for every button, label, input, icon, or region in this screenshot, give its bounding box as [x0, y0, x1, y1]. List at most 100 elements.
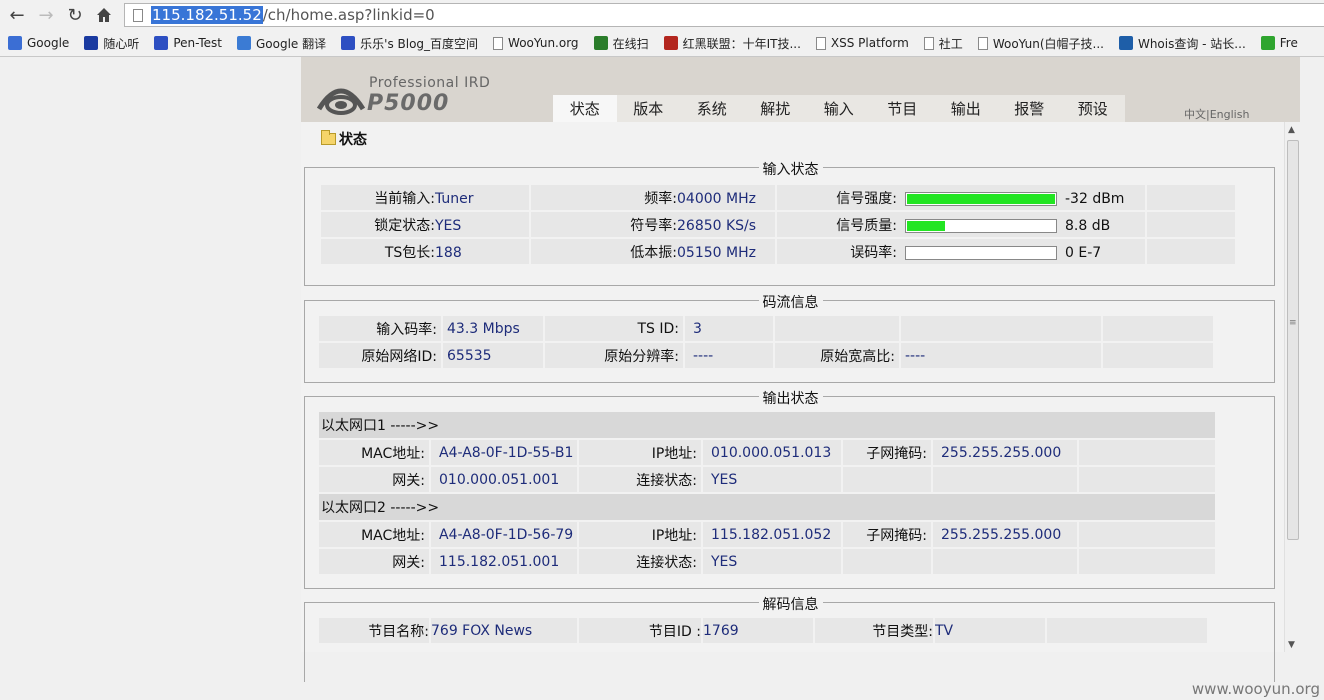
output-value: 010.000.051.013 — [703, 440, 841, 465]
level-bar-fill — [907, 193, 1055, 204]
status-value: -32 dBm — [1065, 190, 1125, 207]
bookmark-label: Fre — [1279, 36, 1298, 50]
decode-value: TV — [935, 618, 1045, 643]
bookmark-item[interactable]: WooYun(白帽子技... — [977, 35, 1104, 52]
scrollbar-thumb[interactable] — [1287, 140, 1299, 540]
empty-cell — [1079, 440, 1215, 465]
bookmark-item[interactable]: 红黑联盟：十年IT技... — [663, 35, 801, 52]
bookmark-item[interactable]: Google 翻译 — [237, 35, 326, 52]
language-switch[interactable]: 中文|English — [1184, 106, 1249, 122]
output-value: A4-A8-0F-1D-56-79 — [431, 522, 577, 547]
tab-7[interactable]: 报警 — [998, 95, 1062, 122]
bookmark-item[interactable]: 乐乐's Blog_百度空间 — [341, 35, 478, 52]
bookmark-item[interactable]: WooYun.org — [493, 36, 579, 50]
status-label: 频率: — [644, 190, 677, 207]
address-bar[interactable]: 115.182.51.52/ch/home.asp?linkid=0 — [124, 3, 1324, 27]
info-label: TS ID: — [545, 316, 683, 341]
status-label: 符号率: — [630, 217, 677, 234]
decode-label: 节目名称: — [319, 618, 429, 643]
grip-icon: ≡ — [1289, 318, 1297, 328]
output-value: A4-A8-0F-1D-55-B1 — [431, 440, 577, 465]
status-label: 锁定状态: — [374, 217, 435, 234]
bookmark-item[interactable]: Fre — [1260, 36, 1298, 50]
tab-6[interactable]: 输出 — [934, 95, 998, 122]
info-value: 65535 — [443, 343, 543, 368]
bookmark-item[interactable]: 在线扫 — [593, 35, 649, 52]
bookmark-item[interactable]: 随心听 — [84, 35, 139, 52]
page-icon — [133, 8, 143, 22]
bookmark-item[interactable]: XSS Platform — [815, 36, 909, 50]
logo-model: P5000 — [367, 91, 450, 116]
shield-icon — [663, 36, 678, 50]
vertical-scrollbar[interactable]: ▲ ≡ ▼ — [1284, 122, 1300, 652]
empty-cell — [843, 549, 931, 574]
bookmark-item[interactable]: Google — [8, 36, 69, 50]
status-cell: 低本振:05150 MHz — [531, 239, 775, 264]
bookmark-label: Google 翻译 — [256, 36, 327, 51]
main-tabs: 状态 版本 系统 解扰 输入 节目 输出 报警 预设 — [553, 95, 1125, 122]
scroll-up-icon[interactable]: ▲ — [1288, 125, 1295, 135]
bookmark-label: 在线扫 — [612, 36, 649, 51]
stream-info-title: 码流信息 — [758, 295, 823, 311]
folder-icon — [321, 130, 336, 145]
address-url[interactable]: 115.182.51.52/ch/home.asp?linkid=0 — [151, 6, 435, 24]
page-icon — [493, 36, 504, 50]
info-label: 原始网络ID: — [319, 343, 441, 368]
empty-cell — [1103, 316, 1213, 341]
status-label: 误码率: — [850, 244, 897, 261]
logo-subtitle: Professional IRD — [369, 75, 491, 91]
status-cell: 误码率: 0 E-7 — [777, 239, 1145, 264]
bookmark-label: WooYun(白帽子技... — [992, 36, 1104, 51]
browser-toolbar: ← → ↻ 115.182.51.52/ch/home.asp?linkid=0 — [0, 0, 1324, 30]
bookmark-item[interactable]: Whois查询 - 站长... — [1118, 35, 1246, 52]
output-label: 网关: — [319, 467, 429, 492]
tab-3[interactable]: 解扰 — [744, 95, 808, 122]
output-label: 子网掩码: — [843, 440, 931, 465]
info-value: ---- — [685, 343, 773, 368]
port-heading: 以太网口1 ----->> — [319, 412, 1215, 438]
tab-4[interactable]: 输入 — [807, 95, 871, 122]
home-icon[interactable] — [93, 4, 115, 26]
free-icon — [1260, 36, 1275, 50]
tab-0[interactable]: 状态 — [553, 95, 617, 122]
status-cell: 频率:04000 MHz — [531, 185, 775, 210]
bookmarks-bar: Google 随心听 Pen-Test Google 翻译 乐乐's Blog_百度空间… — [0, 31, 1324, 55]
paw-icon — [341, 36, 356, 50]
decode-value: 1769 — [703, 618, 813, 643]
empty-cell — [1079, 522, 1215, 547]
output-label: 子网掩码: — [843, 522, 931, 547]
bookmark-item[interactable]: 社工 — [923, 35, 963, 52]
tab-2[interactable]: 系统 — [680, 95, 744, 122]
empty-cell — [1147, 239, 1235, 264]
bookmark-label: 社工 — [938, 36, 963, 51]
output-label: 网关: — [319, 549, 429, 574]
reload-icon[interactable]: ↻ — [64, 4, 86, 26]
empty-cell — [933, 549, 1077, 574]
level-bar-fill — [907, 220, 946, 231]
bookmark-label: Whois查询 - 站长... — [1137, 36, 1246, 51]
decode-label: 节目类型: — [815, 618, 933, 643]
stream-info-panel: 码流信息 输入码率: 43.3 Mbps TS ID: 3 原始网络ID: 65535 原始… — [304, 295, 1275, 383]
forward-arrow-icon[interactable]: → — [35, 4, 57, 26]
status-value: 0 E-7 — [1065, 244, 1102, 261]
tab-5[interactable]: 节目 — [871, 95, 935, 122]
info-value: 43.3 Mbps — [443, 316, 543, 341]
status-value: YES — [435, 217, 462, 234]
page-icon — [977, 36, 988, 50]
back-arrow-icon[interactable]: ← — [6, 4, 28, 26]
empty-cell — [1079, 467, 1215, 492]
status-value: 05150 MHz — [677, 244, 756, 261]
google-icon — [8, 36, 22, 50]
status-value: 26850 KS/s — [677, 217, 757, 234]
status-value: 8.8 dB — [1065, 217, 1111, 234]
tab-1[interactable]: 版本 — [617, 95, 681, 122]
info-label — [775, 316, 899, 341]
empty-cell — [1147, 185, 1235, 210]
tab-8[interactable]: 预设 — [1061, 95, 1125, 122]
decode-value: 769 FOX News — [431, 618, 577, 643]
bookmark-item[interactable]: Pen-Test — [154, 36, 222, 50]
eye-logo-icon — [317, 88, 365, 115]
output-label: MAC地址: — [319, 440, 429, 465]
output-value: YES — [703, 467, 841, 492]
scroll-down-icon[interactable]: ▼ — [1288, 640, 1295, 650]
